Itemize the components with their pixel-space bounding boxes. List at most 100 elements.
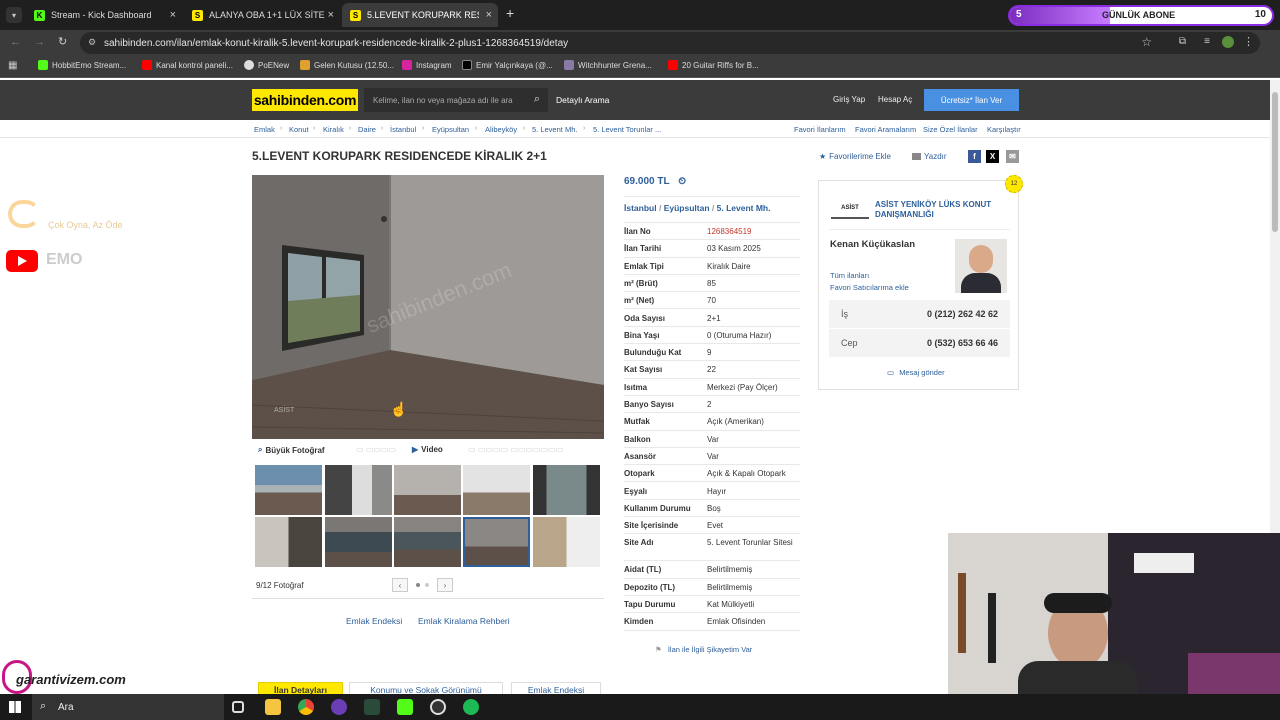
back-icon[interactable]: ← bbox=[10, 36, 21, 48]
main-photo[interactable]: sahibinden.com ASİST ☝ bbox=[252, 175, 604, 439]
thumbnail[interactable] bbox=[255, 517, 322, 567]
location-district[interactable]: Eyüpsultan bbox=[664, 203, 710, 213]
apps-icon[interactable]: ▦ bbox=[8, 60, 17, 71]
location-neighborhood[interactable]: 5. Levent Mh. bbox=[717, 203, 771, 213]
browser-tab-kick[interactable]: K Stream - Kick Dashboard × bbox=[26, 3, 182, 27]
work-phone-row[interactable]: İş 0 (212) 262 42 62 bbox=[829, 300, 1010, 328]
bookmark-kanal[interactable]: Kanal kontrol paneli... bbox=[142, 60, 233, 70]
login-link[interactable]: Giriş Yap bbox=[833, 95, 865, 104]
thumbnail[interactable] bbox=[325, 517, 392, 567]
breadcrumb-item[interactable]: 5. Levent Mh. bbox=[532, 125, 577, 134]
close-tab-icon[interactable]: × bbox=[170, 9, 176, 21]
bookmark-hobbitemo[interactable]: HobbitEmo Stream... bbox=[38, 60, 126, 70]
post-listing-button[interactable]: Ücretsiz* İlan Ver bbox=[924, 89, 1019, 111]
pager-dot bbox=[416, 583, 420, 587]
thumbnail[interactable] bbox=[394, 465, 461, 515]
app-icon[interactable] bbox=[331, 699, 347, 715]
agent-logo[interactable]: ASİST bbox=[831, 199, 869, 219]
spotify-icon[interactable] bbox=[463, 699, 479, 715]
new-tab-button[interactable]: + bbox=[506, 5, 514, 21]
bookmark-mail[interactable]: Gelen Kutusu (12.50... bbox=[300, 60, 394, 70]
scrollbar-thumb[interactable] bbox=[1272, 92, 1278, 232]
bookmark-star-icon[interactable]: ☆ bbox=[1141, 35, 1152, 49]
breadcrumb-item[interactable]: Konut bbox=[289, 125, 309, 134]
windows-start-icon[interactable] bbox=[9, 701, 21, 713]
kick-icon[interactable] bbox=[397, 699, 413, 715]
obs-icon[interactable] bbox=[430, 699, 446, 715]
file-explorer-icon[interactable] bbox=[265, 699, 281, 715]
bookmark-x[interactable]: Emir Yalçınkaya (@... bbox=[462, 60, 553, 70]
breadcrumb-item[interactable]: Eyüpsultan bbox=[432, 125, 469, 134]
media-icon[interactable]: ≡ bbox=[1204, 36, 1210, 47]
menu-icon[interactable]: ⋮ bbox=[1243, 35, 1254, 48]
thumbnail[interactable] bbox=[533, 465, 600, 515]
bookmark-poenew[interactable]: PoENew bbox=[244, 60, 289, 70]
detailed-search-link[interactable]: Detaylı Arama bbox=[556, 95, 609, 105]
agent-company[interactable]: ASİST YENİKÖY LÜKS KONUT DANIŞMANLIĞI bbox=[875, 200, 1005, 220]
previous-photo-button[interactable]: ‹ bbox=[392, 578, 408, 592]
task-view-icon[interactable] bbox=[232, 701, 244, 713]
breadcrumb-item[interactable]: Daire bbox=[358, 125, 376, 134]
email-share-icon[interactable]: ✉ bbox=[1006, 150, 1019, 163]
thumbnail[interactable] bbox=[533, 517, 600, 567]
browser-tab-alanya[interactable]: S ALANYA OBA 1+1 LÜX SİTE İÇE × bbox=[184, 3, 340, 27]
breadcrumb-item[interactable]: Kiralık bbox=[323, 125, 344, 134]
next-photo-button[interactable]: › bbox=[437, 578, 453, 592]
brand-mark-icon bbox=[8, 200, 40, 228]
terminal-icon[interactable] bbox=[364, 699, 380, 715]
facebook-share-icon[interactable]: f bbox=[968, 150, 981, 163]
bookmark-witchhunter[interactable]: Witchhunter Grena... bbox=[564, 60, 652, 70]
bookmark-instagram[interactable]: Instagram bbox=[402, 60, 452, 70]
thumbnail[interactable] bbox=[463, 465, 530, 515]
thumbnail-active[interactable] bbox=[463, 517, 530, 567]
x-share-icon[interactable]: X bbox=[986, 150, 999, 163]
rental-guide-link[interactable]: Emlak Kiralama Rehberi bbox=[418, 616, 510, 626]
thumbnail[interactable] bbox=[325, 465, 392, 515]
address-bar[interactable]: ⚙ sahibinden.com/ilan/emlak-konut-kirali… bbox=[80, 32, 1260, 54]
register-link[interactable]: Hesap Aç bbox=[878, 95, 912, 104]
favorite-seller-link[interactable]: Favori Satıcılarıma ekle bbox=[830, 283, 909, 292]
agent-box-divider bbox=[829, 229, 1010, 230]
add-favorite-button[interactable]: ★ Favorilerime Ekle bbox=[819, 152, 891, 161]
browser-tab-levent[interactable]: S 5.LEVENT KORUPARK RESIDENC × bbox=[342, 3, 498, 27]
location-city[interactable]: İstanbul bbox=[624, 203, 657, 213]
close-tab-icon[interactable]: × bbox=[328, 9, 334, 21]
favorite-listings-link[interactable]: Favori İlanlarım bbox=[794, 125, 846, 134]
compare-link[interactable]: Karşılaştır bbox=[987, 125, 1021, 134]
favorite-searches-link[interactable]: Favori Aramalarım bbox=[855, 125, 916, 134]
profile-icon[interactable] bbox=[1222, 36, 1234, 48]
search-icon[interactable]: ⌕ bbox=[534, 93, 540, 106]
breadcrumb-item[interactable]: 5. Levent Torunlar ... bbox=[593, 125, 661, 134]
site-logo[interactable]: sahibinden.com bbox=[252, 89, 358, 111]
close-tab-icon[interactable]: × bbox=[486, 9, 492, 21]
real-estate-index-link[interactable]: Emlak Endeksi bbox=[346, 616, 402, 626]
forward-icon[interactable]: → bbox=[34, 36, 45, 48]
thumbnail[interactable] bbox=[394, 517, 461, 567]
reload-icon[interactable]: ↻ bbox=[58, 35, 67, 48]
detail-value: 03 Kasım 2025 bbox=[707, 244, 761, 254]
chrome-icon[interactable] bbox=[298, 699, 314, 715]
personalized-listings-link[interactable]: Size Özel İlanlar bbox=[923, 125, 978, 134]
video-button[interactable]: ▶ Video bbox=[412, 445, 443, 454]
breadcrumb-item[interactable]: Alibeyköy bbox=[485, 125, 517, 134]
taskbar-search-input[interactable]: ⌕ Ara bbox=[32, 694, 224, 720]
send-message-button[interactable]: ▭ Mesaj gönder bbox=[887, 368, 945, 377]
big-photo-button[interactable]: ⌕ Büyük Fotoğraf bbox=[258, 445, 325, 455]
flag-icon: ⚑ bbox=[655, 645, 662, 654]
bookmark-label: 20 Guitar Riffs for B... bbox=[682, 60, 759, 70]
detail-row: Aidat (TL) Belirtilmemiş bbox=[624, 561, 800, 579]
mobile-phone-row[interactable]: Cep 0 (532) 653 66 46 bbox=[829, 329, 1010, 357]
breadcrumb-item[interactable]: Emlak bbox=[254, 125, 275, 134]
report-link[interactable]: ⚑ İlan ile İlgili Şikayetim Var bbox=[655, 645, 752, 654]
tab-list-icon[interactable]: ▾ bbox=[6, 7, 22, 23]
detail-row: Emlak Tipi Kiralık Daire bbox=[624, 258, 800, 275]
thumbnail[interactable] bbox=[255, 465, 322, 515]
bookmark-guitar[interactable]: 20 Guitar Riffs for B... bbox=[668, 60, 759, 70]
search-input[interactable]: Kelime, ilan no veya mağaza adı ile ara … bbox=[364, 88, 548, 112]
extensions-icon[interactable]: ⧉ bbox=[1179, 36, 1186, 47]
price-history-icon[interactable]: ⏲ bbox=[678, 176, 686, 187]
breadcrumb-item[interactable]: İstanbul bbox=[390, 125, 416, 134]
site-info-icon[interactable]: ⚙ bbox=[88, 37, 96, 48]
all-listings-link[interactable]: Tüm ilanları bbox=[830, 271, 869, 280]
print-button[interactable]: Yazdır bbox=[912, 152, 947, 161]
